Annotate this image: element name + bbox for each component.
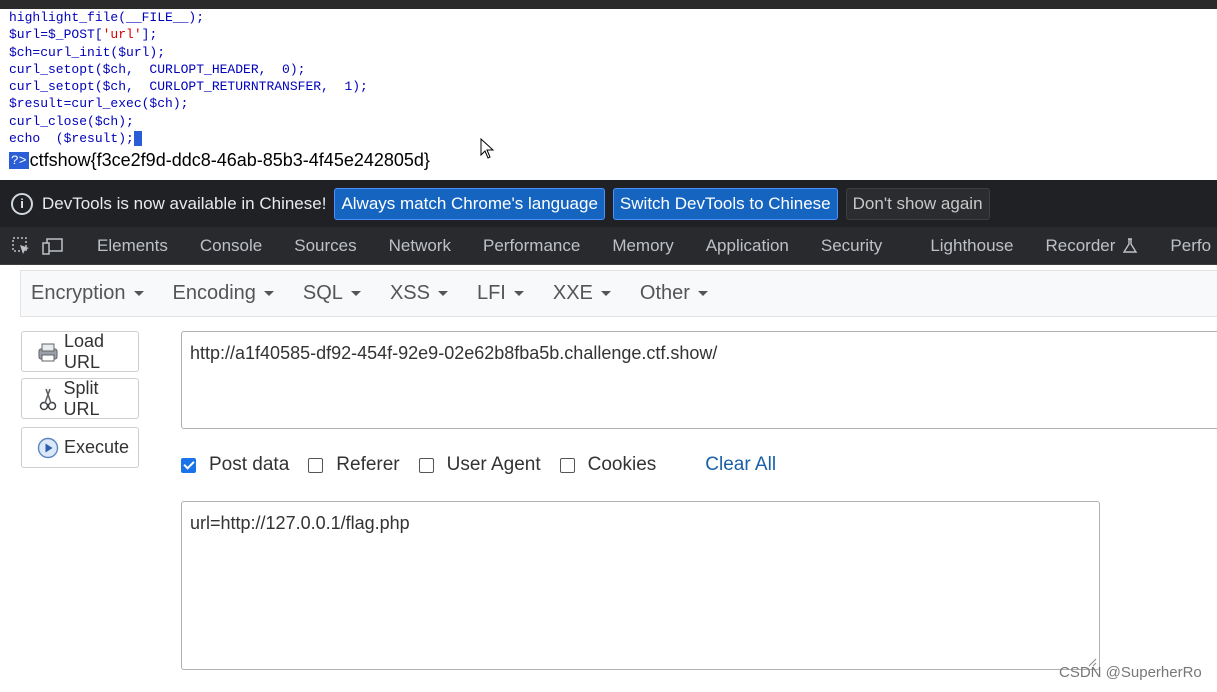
caret-down-icon xyxy=(437,291,448,296)
menu-xss[interactable]: XSS xyxy=(380,282,458,305)
menu-other[interactable]: Other xyxy=(630,282,718,305)
menu-xxe[interactable]: XXE xyxy=(543,282,621,305)
caret-down-icon xyxy=(600,291,611,296)
mouse-pointer-icon xyxy=(480,138,495,159)
play-icon xyxy=(36,436,60,460)
tab-console[interactable]: Console xyxy=(184,236,278,256)
dont-show-again-button[interactable]: Don't show again xyxy=(845,187,990,220)
tab-application[interactable]: Application xyxy=(690,236,805,256)
php-close-tag: ?> xyxy=(9,151,29,169)
execute-button[interactable]: Execute xyxy=(21,427,139,468)
menu-encoding[interactable]: Encoding xyxy=(163,282,284,305)
load-url-icon xyxy=(36,340,60,364)
browser-top-strip xyxy=(0,0,1217,9)
code-line: curl_setopt($ch, CURLOPT_RETURNTRANSFER,… xyxy=(9,79,368,95)
tab-elements[interactable]: Elements xyxy=(81,236,184,256)
switch-to-chinese-button[interactable]: Switch DevTools to Chinese xyxy=(612,187,838,220)
user-agent-option[interactable]: User Agent xyxy=(418,454,541,476)
caret-down-icon xyxy=(697,291,708,296)
tab-lighthouse[interactable]: Lighthouse xyxy=(914,236,1029,256)
banner-message: DevTools is now available in Chinese! xyxy=(42,193,327,213)
caret-down-icon xyxy=(133,291,144,296)
tab-recorder[interactable]: Recorder xyxy=(1030,236,1155,256)
code-line: highlight_file(__FILE__); xyxy=(9,10,205,25)
url-textarea[interactable]: http://a1f40585-df92-454f-92e9-02e62b8fb… xyxy=(181,331,1217,429)
device-toolbar-icon[interactable] xyxy=(42,236,64,256)
code-line: $result=curl_exec($ch); xyxy=(9,96,189,112)
post-data-textarea[interactable]: url=http://127.0.0.1/flag.php xyxy=(181,501,1100,670)
referer-option[interactable]: Referer xyxy=(308,454,400,476)
code-line: curl_close($ch); xyxy=(9,113,134,129)
info-icon: i xyxy=(11,192,33,215)
tab-network[interactable]: Network xyxy=(373,236,467,256)
caret-down-icon xyxy=(513,291,524,296)
referer-checkbox[interactable] xyxy=(308,457,324,473)
split-url-button[interactable]: Split URL xyxy=(21,378,139,419)
caret-down-icon xyxy=(350,291,361,296)
devtools-language-banner: i DevTools is now available in Chinese! … xyxy=(0,180,1217,227)
tab-performance[interactable]: Performance xyxy=(467,236,596,256)
watermark: CSDN @SuperherRo xyxy=(1059,664,1202,681)
code-line: $url=$_POST['url']; xyxy=(9,27,158,43)
user-agent-checkbox[interactable] xyxy=(418,457,434,473)
flag-text: ctfshow{f3ce2f9d-ddc8-46ab-85b3-4f45e242… xyxy=(29,149,430,170)
flag-output-line: ?> ctfshow{f3ce2f9d-ddc8-46ab-85b3-4f45e… xyxy=(9,148,430,172)
menu-encryption[interactable]: Encryption xyxy=(21,282,154,305)
hackbar-menu-bar: Encryption Encoding SQL XSS LFI XXE Othe… xyxy=(20,270,1217,317)
php-source-code: highlight_file(__FILE__); $url=$_POST['u… xyxy=(9,9,368,147)
scissors-icon xyxy=(36,387,60,411)
cookies-option[interactable]: Cookies xyxy=(559,454,656,476)
menu-sql[interactable]: SQL xyxy=(293,282,371,305)
code-line: $ch=curl_init($url); xyxy=(9,44,166,60)
devtools-tab-bar: Elements Console Sources Network Perform… xyxy=(0,227,1217,265)
tab-performance-insights[interactable]: Perfo xyxy=(1154,236,1217,256)
cookies-checkbox[interactable] xyxy=(559,457,575,473)
request-options: Post data Referer User Agent Cookies Cle… xyxy=(181,450,776,480)
tab-memory[interactable]: Memory xyxy=(596,236,689,256)
code-line: echo ($result); xyxy=(9,131,142,147)
post-data-checkbox[interactable] xyxy=(181,457,196,473)
post-data-value: url=http://127.0.0.1/flag.php xyxy=(190,513,410,533)
caret-down-icon xyxy=(263,291,274,296)
flask-icon xyxy=(1123,237,1138,253)
tab-sources[interactable]: Sources xyxy=(278,236,372,256)
menu-lfi[interactable]: LFI xyxy=(467,282,534,305)
tab-security[interactable]: Security xyxy=(805,236,914,256)
always-match-language-button[interactable]: Always match Chrome's language xyxy=(334,187,605,220)
load-url-button[interactable]: Load URL xyxy=(21,331,139,372)
clear-all-link[interactable]: Clear All xyxy=(705,454,776,476)
inspect-element-icon[interactable] xyxy=(11,236,31,256)
post-data-option[interactable]: Post data xyxy=(181,454,289,476)
code-line: curl_setopt($ch, CURLOPT_HEADER, 0); xyxy=(9,61,306,77)
